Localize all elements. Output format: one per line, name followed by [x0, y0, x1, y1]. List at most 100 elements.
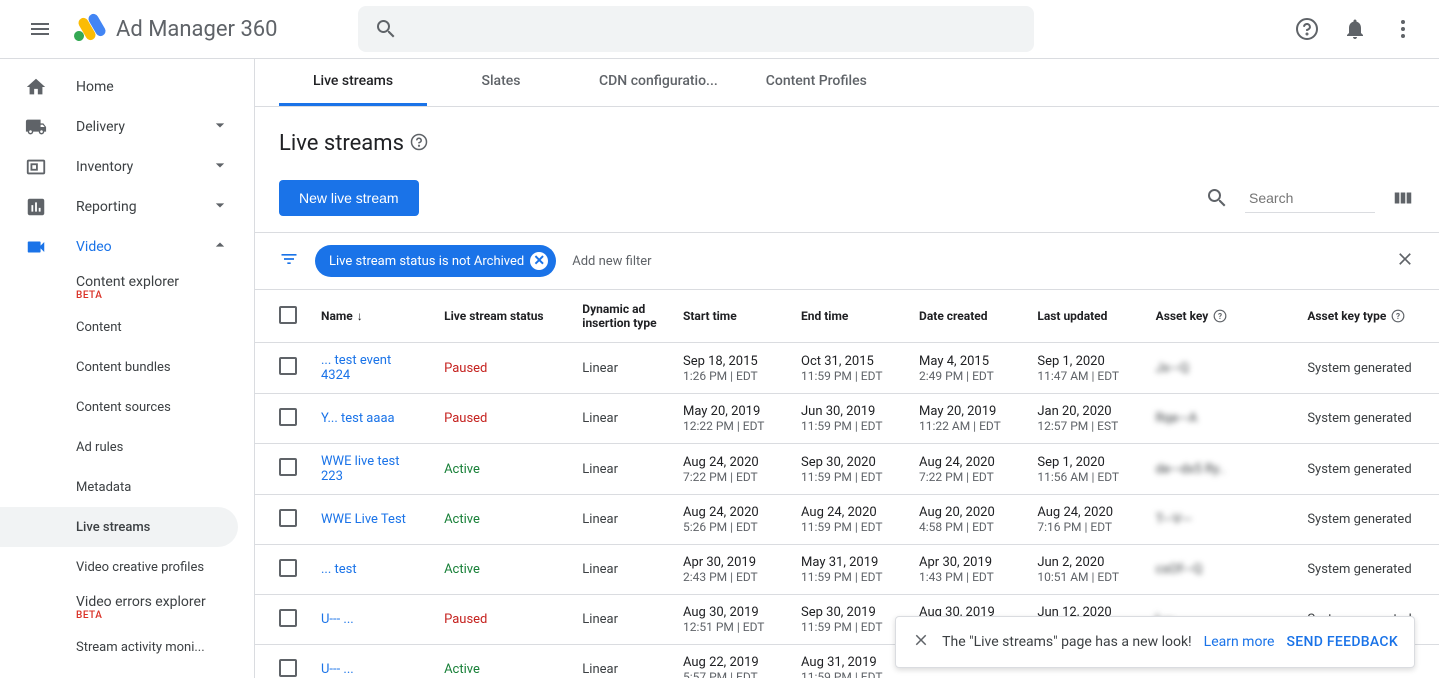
col-name[interactable]: Name↓ — [309, 290, 432, 343]
row-end: May 31, 201911:59 PM | EDT — [789, 545, 907, 595]
row-name-link[interactable]: WWE Live Test — [309, 495, 432, 545]
filter-bar-close[interactable] — [1395, 249, 1415, 273]
tab-slates[interactable]: Slates — [427, 59, 575, 106]
row-name-link[interactable]: ... test — [309, 545, 432, 595]
help-icon[interactable]: ? — [1391, 309, 1405, 323]
row-updated: Sep 1, 202011:56 AM | EDT — [1025, 444, 1143, 495]
hamburger-menu-button[interactable] — [16, 5, 64, 53]
column-settings-button[interactable] — [1391, 186, 1415, 210]
help-icon[interactable]: ? — [1213, 309, 1227, 323]
search-icon — [374, 17, 398, 41]
sub-content[interactable]: Content — [0, 307, 254, 347]
more-button[interactable] — [1383, 9, 1423, 49]
nav-video[interactable]: Video — [0, 227, 254, 267]
row-start: Aug 22, 20195:57 PM | EDT — [671, 645, 789, 678]
page-header: Live streams — [255, 107, 1439, 180]
col-updated[interactable]: Last updated — [1025, 290, 1143, 343]
nav-admin[interactable]: Admin — [0, 667, 254, 678]
nav-label: Home — [76, 79, 114, 95]
svg-text:?: ? — [1218, 311, 1222, 321]
col-created[interactable]: Date created — [907, 290, 1025, 343]
sub-metadata[interactable]: Metadata — [0, 467, 254, 507]
chart-icon — [25, 196, 47, 218]
filter-chip-label: Live stream status is not Archived — [329, 254, 524, 269]
nav-inventory[interactable]: Inventory — [0, 147, 254, 187]
snackbar-text: The "Live streams" page has a new look! — [942, 634, 1191, 650]
col-status[interactable]: Live stream status — [432, 290, 570, 343]
row-checkbox[interactable] — [279, 559, 297, 577]
row-checkbox[interactable] — [279, 609, 297, 627]
nav-label: Reporting — [76, 199, 137, 215]
sort-arrow-down-icon: ↓ — [357, 309, 363, 323]
row-name-link[interactable]: U--- ... — [309, 595, 432, 645]
chevron-down-icon — [210, 115, 230, 135]
send-feedback-button[interactable]: SEND FEEDBACK — [1286, 634, 1398, 650]
table-search-input[interactable] — [1245, 184, 1375, 213]
toolbar: New live stream — [255, 180, 1439, 232]
row-name-link[interactable]: U--- ... — [309, 645, 432, 678]
sub-content-explorer[interactable]: Content explorerBETA — [0, 267, 254, 307]
row-checkbox[interactable] — [279, 357, 297, 375]
columns-icon — [1392, 187, 1414, 209]
row-type: Linear — [570, 394, 671, 444]
row-checkbox[interactable] — [279, 659, 297, 677]
col-asset-key[interactable]: Asset key ? — [1144, 290, 1296, 343]
row-created: Aug 24, 20207:22 PM | EDT — [907, 444, 1025, 495]
filter-chip-remove[interactable]: ✕ — [530, 252, 548, 270]
tab-content-profiles[interactable]: Content Profiles — [742, 59, 891, 106]
snackbar-learn-more-link[interactable]: Learn more — [1204, 634, 1275, 650]
tab-live-streams[interactable]: Live streams — [279, 59, 427, 106]
more-vert-icon — [1391, 17, 1415, 41]
col-end[interactable]: End time — [789, 290, 907, 343]
beta-tag: BETA — [76, 610, 230, 621]
table-header-row: Name↓ Live stream status Dynamic ad inse… — [255, 290, 1439, 343]
chevron-down-icon — [210, 195, 230, 215]
select-all-checkbox[interactable] — [279, 306, 297, 324]
new-live-stream-button[interactable]: New live stream — [279, 180, 419, 216]
nav-home[interactable]: Home — [0, 67, 254, 107]
snackbar-close-button[interactable] — [912, 631, 930, 653]
row-checkbox[interactable] — [279, 509, 297, 527]
row-updated: Jan 20, 202012:57 PM | EST — [1025, 394, 1143, 444]
svg-text:?: ? — [1396, 311, 1400, 321]
row-start: Aug 24, 20207:22 PM | EDT — [671, 444, 789, 495]
row-updated: Aug 24, 20207:16 PM | EDT — [1025, 495, 1143, 545]
sub-ad-rules[interactable]: Ad rules — [0, 427, 254, 467]
table-row: Y... test aaaaPausedLinearMay 20, 201912… — [255, 394, 1439, 444]
page-help-button[interactable] — [410, 133, 428, 155]
sub-content-bundles[interactable]: Content bundles — [0, 347, 254, 387]
row-checkbox[interactable] — [279, 458, 297, 476]
row-asset-key: Rqe---A — [1144, 394, 1296, 444]
nav-delivery[interactable]: Delivery — [0, 107, 254, 147]
row-status: Paused — [432, 343, 570, 394]
inventory-icon — [25, 156, 47, 178]
tabs: Live streams Slates CDN configuratio... … — [255, 59, 1439, 107]
filter-chip[interactable]: Live stream status is not Archived ✕ — [315, 245, 556, 277]
col-asset-key-type[interactable]: Asset key type ? — [1295, 290, 1439, 343]
global-search-bar[interactable] — [358, 6, 1034, 52]
sub-video-creative-profiles[interactable]: Video creative profiles — [0, 547, 254, 587]
row-checkbox[interactable] — [279, 408, 297, 426]
nav-reporting[interactable]: Reporting — [0, 187, 254, 227]
sidebar: Home Delivery Inventory Reporting Video … — [0, 59, 255, 678]
tab-cdn-configurations[interactable]: CDN configuratio... — [575, 59, 742, 106]
col-start[interactable]: Start time — [671, 290, 789, 343]
add-filter-button[interactable]: Add new filter — [572, 254, 651, 269]
table-row: WWE live test 223ActiveLinearAug 24, 202… — [255, 444, 1439, 495]
row-start: May 20, 201912:22 PM | EDT — [671, 394, 789, 444]
row-type: Linear — [570, 595, 671, 645]
row-name-link[interactable]: Y... test aaaa — [309, 394, 432, 444]
row-name-link[interactable]: ... test event 4324 — [309, 343, 432, 394]
help-button[interactable] — [1287, 9, 1327, 49]
sub-stream-activity[interactable]: Stream activity moni... — [0, 627, 254, 667]
sub-content-sources[interactable]: Content sources — [0, 387, 254, 427]
chevron-up-icon — [210, 235, 230, 255]
notifications-button[interactable] — [1335, 9, 1375, 49]
help-icon — [410, 133, 428, 151]
table-row: WWE Live TestActiveLinearAug 24, 20205:2… — [255, 495, 1439, 545]
sub-video-errors-explorer[interactable]: Video errors explorerBETA — [0, 587, 254, 627]
nav-label: Inventory — [76, 159, 133, 175]
sub-live-streams[interactable]: Live streams — [0, 507, 238, 547]
col-dynamic[interactable]: Dynamic ad insertion type — [570, 290, 671, 343]
row-name-link[interactable]: WWE live test 223 — [309, 444, 432, 495]
